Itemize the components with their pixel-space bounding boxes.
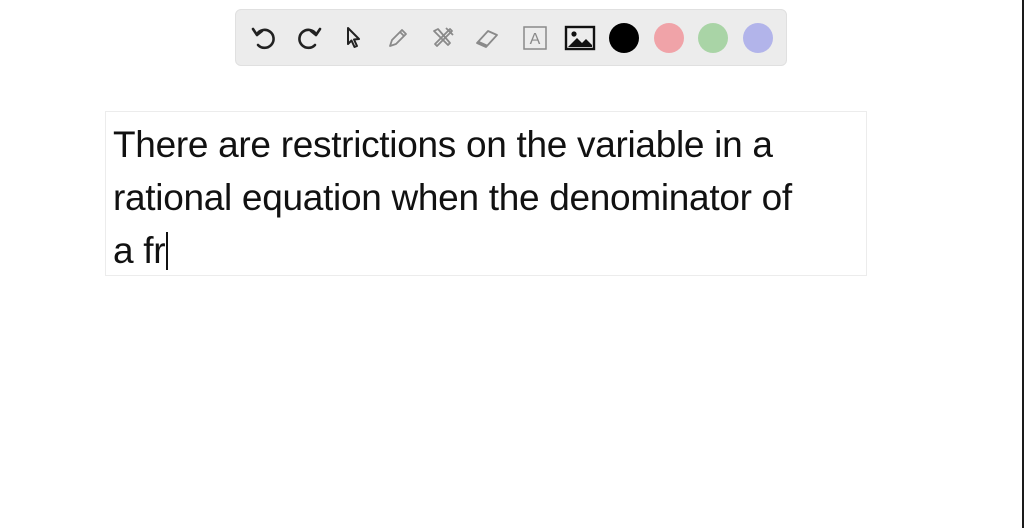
image-icon <box>564 23 596 53</box>
text-box[interactable]: There are restrictions on the variable i… <box>105 111 867 276</box>
color-swatch-black[interactable] <box>609 23 639 53</box>
text-cursor <box>166 232 169 270</box>
drawing-toolbar: A <box>235 9 787 66</box>
color-swatch-lavender[interactable] <box>743 23 773 53</box>
redo-button[interactable] <box>291 20 327 56</box>
text-line-3-content: a fr <box>113 230 166 271</box>
text-tool-icon: A <box>520 23 550 53</box>
redo-icon <box>294 23 324 53</box>
pen-icon <box>383 23 413 53</box>
eraser-tool-button[interactable] <box>469 20 505 56</box>
eraser-icon <box>472 23 502 53</box>
pen-tool-button[interactable] <box>380 20 416 56</box>
color-swatch-green[interactable] <box>698 23 728 53</box>
insert-image-button[interactable] <box>562 20 598 56</box>
select-tool-button[interactable] <box>335 20 371 56</box>
tools-icon <box>428 23 458 53</box>
color-swatch-pink[interactable] <box>654 23 684 53</box>
undo-button[interactable] <box>246 20 282 56</box>
whiteboard-canvas[interactable]: A There are restrictions on the variable… <box>0 0 1024 528</box>
text-line-2: rational equation when the denominator o… <box>113 177 792 218</box>
text-tool-glyph: A <box>530 31 541 48</box>
text-line-1: There are restrictions on the variable i… <box>113 124 773 165</box>
text-line-3: a fr <box>113 224 866 277</box>
tools-button[interactable] <box>425 20 461 56</box>
select-pointer-icon <box>338 23 368 53</box>
text-tool-button[interactable]: A <box>517 20 553 56</box>
undo-icon <box>249 23 279 53</box>
